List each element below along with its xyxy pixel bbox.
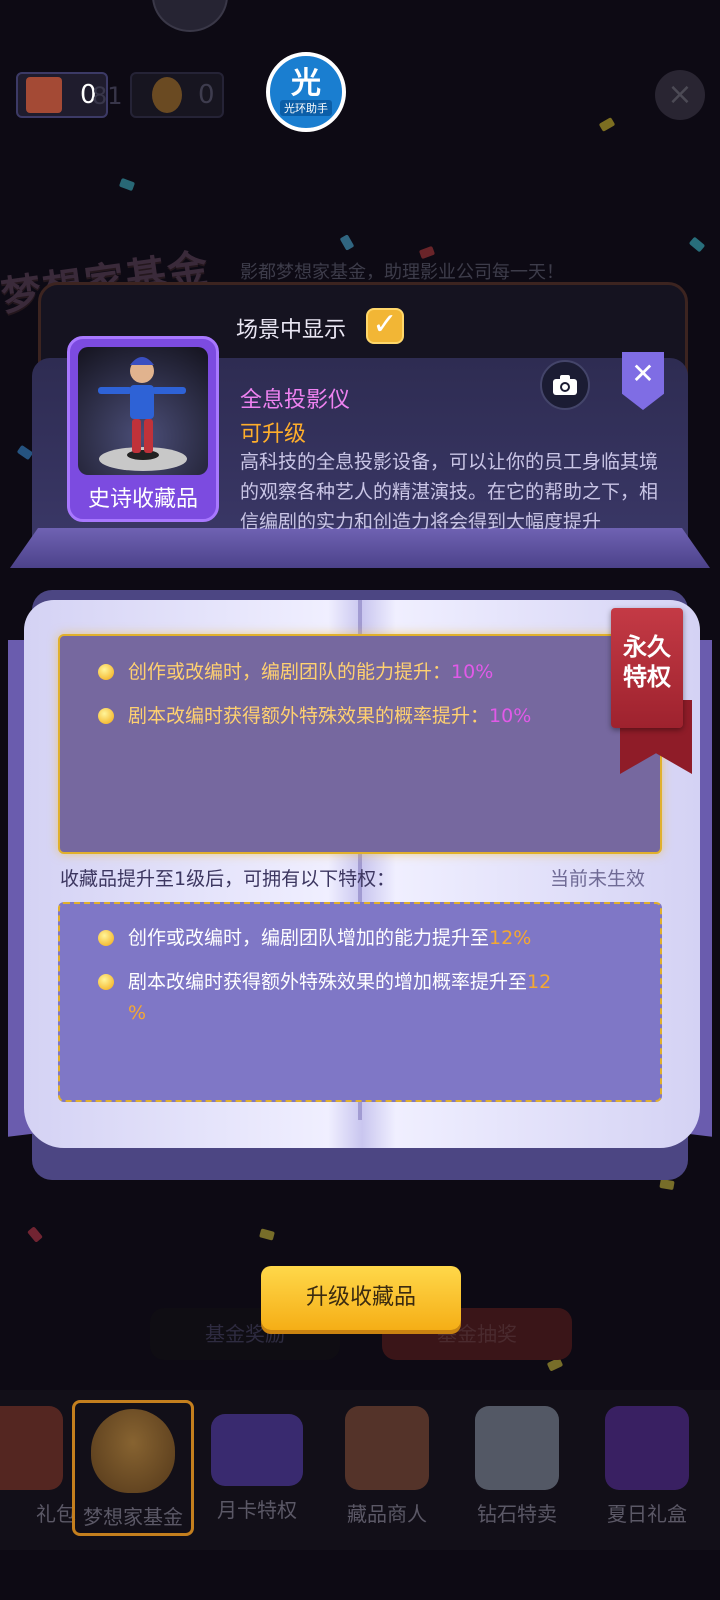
confetti <box>259 1228 275 1241</box>
tab-dream-fund[interactable]: 梦想家基金 <box>72 1400 194 1536</box>
bullet-icon <box>98 974 114 990</box>
bullet-icon <box>98 930 114 946</box>
perk-line: 创作或改编时，编剧团队增加的能力提升至 12% <box>98 922 531 954</box>
ribbon-line1: 永久 <box>623 633 671 661</box>
item-upgrade-status: 可升级 <box>240 422 307 447</box>
tab-label: 钻石特卖 <box>477 1502 557 1526</box>
helper-logo-icon: 光 <box>291 66 321 101</box>
helper-label: 光环助手 <box>280 100 332 116</box>
upgrade-note: 收藏品提升至1级后，可拥有以下特权： <box>60 868 396 890</box>
upgrade-collectible-button[interactable]: 升级收藏品 <box>261 1266 461 1330</box>
perk-text: 剧本改编时获得额外特殊效果的增加概率提升至 <box>128 971 528 993</box>
perk-text: 创作或改编时，编剧团队的能力提升： <box>128 661 452 683</box>
egg-icon <box>91 1409 175 1493</box>
gift-box-icon <box>605 1406 689 1490</box>
perk-line: 剧本改编时获得额外特殊效果的增加概率提升至 12 <box>98 966 551 998</box>
card-icon <box>211 1414 303 1486</box>
confetti <box>339 234 355 251</box>
bullet-icon <box>98 708 114 724</box>
perk-line: 创作或改编时，编剧团队的能力提升： 10% <box>98 656 493 688</box>
confetti <box>16 444 34 461</box>
perk-value: 10% <box>451 661 494 683</box>
camera-icon <box>553 375 577 395</box>
scene-display-checkbox[interactable]: ✓ <box>366 308 404 344</box>
item-rarity-label: 史诗收藏品 <box>87 487 198 512</box>
perk-line: 剧本改编时获得额外特殊效果的概率提升： 10% <box>98 700 531 732</box>
tab-label: 夏日礼盒 <box>607 1502 687 1526</box>
merchant-icon <box>345 1406 429 1490</box>
item-hologram-image <box>78 347 208 475</box>
hologram-figure-icon <box>98 357 187 471</box>
tab-label: 礼包 <box>36 1502 76 1526</box>
coin-icon <box>152 77 182 113</box>
ribbon-line2: 特权 <box>623 663 671 691</box>
confetti <box>688 236 706 253</box>
tab-diamond-sale[interactable]: 钻石特卖 <box>456 1400 578 1536</box>
bullet-icon <box>98 664 114 680</box>
info-shelf <box>10 528 710 568</box>
mascot-avatar[interactable] <box>152 0 228 32</box>
background-close-button[interactable]: × <box>655 70 705 120</box>
perk-value: 10% <box>489 705 532 727</box>
chest-icon <box>475 1406 559 1490</box>
perk-text: 创作或改编时，编剧团队增加的能力提升至 <box>128 927 490 949</box>
gift-icon <box>0 1406 63 1490</box>
resource-value: 0 <box>198 80 215 110</box>
confetti <box>118 177 136 192</box>
ribbon-text: 永久 特权 <box>611 632 683 692</box>
tab-monthly-card[interactable]: 月卡特权 <box>196 1400 318 1536</box>
item-description: 高科技的全息投影设备，可以让你的员工身临其境的观察各种艺人的精湛演技。在它的帮助… <box>240 451 659 529</box>
resource-overlay-value: 81 <box>92 82 123 110</box>
helper-app-button[interactable]: 光 光环助手 <box>266 52 346 132</box>
confetti <box>659 1178 675 1191</box>
confetti <box>598 117 616 132</box>
perk-value: 12% <box>489 927 532 949</box>
status-inactive: 当前未生效 <box>550 868 646 890</box>
item-card: 史诗收藏品 <box>67 336 219 522</box>
resource-counter-coin: 0 <box>130 72 224 118</box>
confetti <box>27 1226 43 1243</box>
tab-gift-pack[interactable]: 礼包 <box>0 1400 82 1536</box>
camera-button[interactable] <box>540 360 590 410</box>
scene-display-label: 场景中显示 <box>236 318 347 343</box>
tab-label: 月卡特权 <box>217 1498 297 1522</box>
tab-label: 梦想家基金 <box>83 1505 183 1529</box>
tab-summer-box[interactable]: 夏日礼盒 <box>586 1400 708 1536</box>
fund-subtitle: 影都梦想家基金，助理影业公司每一天！ <box>240 262 564 283</box>
book-icon <box>26 77 62 113</box>
item-name: 全息投影仪 <box>240 388 351 413</box>
tab-label: 藏品商人 <box>347 1502 427 1526</box>
tab-collectible-merchant[interactable]: 藏品商人 <box>326 1400 448 1536</box>
perk-text: 剧本改编时获得额外特殊效果的概率提升： <box>128 705 490 727</box>
perk-value: 12 <box>527 971 552 993</box>
perk-value-tail: % <box>128 1002 147 1024</box>
